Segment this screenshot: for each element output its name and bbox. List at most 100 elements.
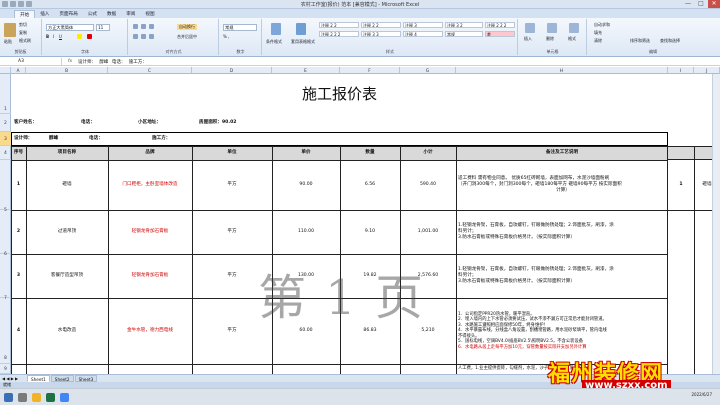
autosum-button[interactable]: 自动求和 (594, 22, 610, 28)
row-header[interactable]: 1 (0, 74, 11, 114)
column-header[interactable]: G (400, 67, 456, 74)
column-header[interactable]: I (668, 67, 694, 74)
find-select-button[interactable]: 查找和选择 (660, 38, 680, 44)
align-top-icon[interactable] (133, 24, 138, 29)
copy-button[interactable]: 复制 (19, 30, 27, 36)
insert-icon[interactable] (525, 23, 535, 33)
fill-color-icon[interactable] (77, 34, 82, 39)
sheet-tab-1[interactable]: Sheet1 (27, 375, 50, 382)
row-header[interactable]: 6 (0, 210, 11, 256)
tab-insert[interactable]: 插入 (35, 10, 54, 18)
header-no: 序号 (11, 146, 26, 160)
worksheet[interactable]: 施工报价表 客户姓名： 电话： 小区地址： 房屋面积：90.02 设计师： 醇峰… (11, 74, 668, 374)
paste-icon[interactable] (4, 23, 16, 37)
insert-button[interactable]: 插入 (524, 36, 532, 42)
style-cell-8[interactable]: 注释 2 2 2 (485, 22, 515, 28)
fill-button[interactable]: 填充 (594, 30, 602, 36)
vertical-scrollbar[interactable] (712, 74, 720, 374)
row-header[interactable]: 3 (0, 132, 11, 146)
name-box[interactable]: A3 (0, 58, 62, 65)
merge-center-button[interactable]: 合并后居中 (177, 34, 197, 40)
column-header[interactable]: D (192, 67, 272, 74)
column-header[interactable]: A (11, 67, 26, 74)
align-right-icon[interactable] (149, 34, 154, 39)
table-format-icon[interactable] (296, 23, 306, 35)
format-icon[interactable] (569, 23, 579, 33)
row-header[interactable]: 2 (0, 114, 11, 132)
style-cell-3[interactable]: 注释 2 2 (361, 22, 401, 28)
header-price: 单价 (272, 146, 340, 160)
format-painter-button[interactable]: 格式刷 (19, 38, 31, 44)
font-size-select[interactable]: 11 (96, 24, 110, 31)
style-cell-7[interactable]: 注释 3 2 (445, 22, 483, 28)
style-cell-6[interactable]: 注释 4 (403, 31, 443, 37)
delete-button[interactable]: 删除 (546, 36, 554, 42)
tab-page-layout[interactable]: 页面布局 (54, 10, 82, 18)
sheet-tab-3[interactable]: Sheet3 (74, 375, 98, 382)
close-button[interactable]: ✕ (708, 0, 720, 8)
number-format-select[interactable]: 常规 (223, 24, 257, 31)
wrap-text-button[interactable]: 自动换行 (177, 24, 197, 30)
cut-button[interactable]: 剪切 (19, 22, 27, 28)
row-header[interactable]: 8 (0, 298, 11, 364)
conditional-format-button[interactable]: 条件格式 (266, 39, 282, 45)
start-icon[interactable] (4, 393, 13, 402)
style-cell-1[interactable]: 注释 2 2 (319, 22, 359, 28)
style-cell-normal[interactable]: 常规 (445, 31, 483, 37)
fx-icon[interactable]: fx (62, 59, 78, 64)
item-name: 过道吊顶 (57, 229, 77, 234)
clear-button[interactable]: 清除 (594, 38, 602, 44)
tab-view[interactable]: 视图 (140, 10, 159, 18)
format-as-table-button[interactable]: 套用表格格式 (291, 39, 315, 45)
format-button[interactable]: 格式 (568, 36, 576, 42)
tab-data[interactable]: 数据 (102, 10, 121, 18)
folder-icon[interactable] (32, 393, 41, 402)
underline-button[interactable]: U (59, 34, 62, 39)
align-middle-icon[interactable] (141, 24, 146, 29)
align-center-icon[interactable] (141, 34, 146, 39)
font-color-icon[interactable] (87, 34, 92, 39)
column-header[interactable]: B (26, 67, 108, 74)
tab-home[interactable]: 开始 (14, 10, 36, 18)
header-brand: 品牌 (108, 146, 192, 160)
header-qty: 数量 (340, 146, 400, 160)
select-all-corner[interactable] (0, 67, 11, 74)
delete-icon[interactable] (547, 23, 557, 33)
search-icon[interactable] (18, 393, 27, 402)
column-header[interactable]: H (456, 67, 668, 74)
style-cell-2[interactable]: 注释 2 2 2 (319, 31, 359, 37)
sheet-nav-arrows[interactable]: ◀ ◀ ▶ ▶ (0, 376, 26, 381)
percent-button[interactable]: % , (223, 34, 229, 39)
minimize-button[interactable]: — (682, 0, 694, 8)
column-header[interactable]: C (108, 67, 192, 74)
style-cell-5[interactable]: 注释 3 (403, 22, 443, 28)
browser-icon[interactable] (60, 393, 69, 402)
style-cell-bad[interactable]: 差 (485, 31, 515, 37)
column-header[interactable]: F (340, 67, 400, 74)
column-header[interactable]: J (694, 67, 720, 74)
item-no: 1 (16, 182, 21, 187)
conditional-format-icon[interactable] (271, 23, 281, 35)
clipboard-label: 剪贴板 (14, 49, 27, 54)
column-header[interactable]: E (272, 67, 340, 74)
style-cell-4[interactable]: 注释 3 3 (361, 31, 401, 37)
bold-button[interactable]: B (46, 34, 49, 39)
row-header[interactable]: 4 (0, 146, 11, 160)
sort-filter-button[interactable]: 排序和筛选 (630, 38, 650, 44)
sheet-tab-2[interactable]: Sheet2 (50, 375, 74, 382)
item-unit: 平方 (227, 182, 237, 187)
font-name-select[interactable]: 方正大黑简体 (46, 24, 94, 31)
align-left-icon[interactable] (133, 34, 138, 39)
align-bottom-icon[interactable] (149, 24, 154, 29)
formula-input[interactable]: 设计师： 醇峰 电话： 施工方： (78, 59, 147, 65)
row-header[interactable]: 7 (0, 254, 11, 300)
paste-button[interactable]: 粘贴 (4, 39, 12, 45)
italic-button[interactable]: I (53, 34, 54, 39)
tab-formulas[interactable]: 公式 (83, 10, 102, 18)
maximize-button[interactable]: □ (695, 0, 707, 8)
styles-group: 条件格式 套用表格格式 注释 2 2 注释 2 2 2 注释 2 2 注释 3 … (263, 19, 518, 55)
row-header[interactable]: 9 (0, 364, 11, 374)
row-header[interactable]: 5 (0, 160, 11, 212)
excel-icon[interactable] (46, 393, 55, 402)
tab-review[interactable]: 审阅 (121, 10, 140, 18)
